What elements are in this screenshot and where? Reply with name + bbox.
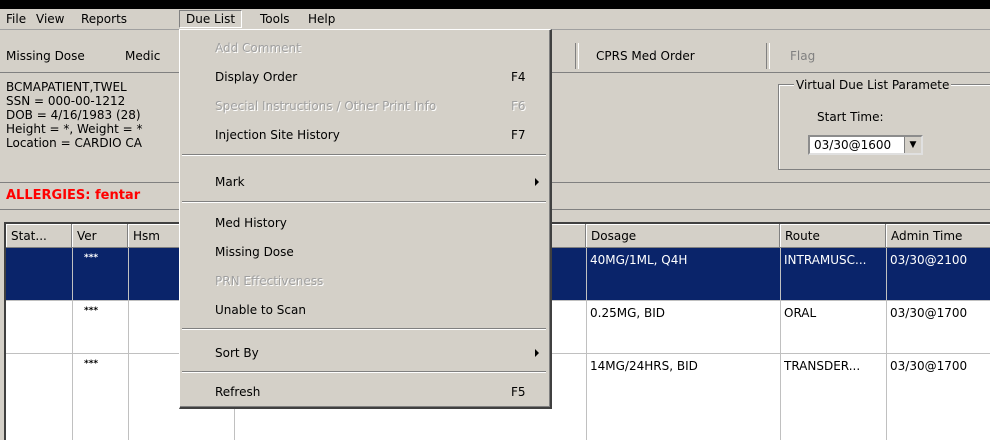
cell-dosage: 0.25MG, BID [590,306,666,320]
menu-item-special-instructions[interactable]: Special Instructions / Other Print Info … [180,94,548,118]
submenu-arrow-icon [535,349,539,357]
menu-item-label: Sort By [215,346,259,360]
menu-separator [182,328,546,330]
cell-admin-time: 03/30@1700 [890,359,968,373]
menu-item-shortcut: F6 [511,99,526,113]
cell-dosage: 14MG/24HRS, BID [590,359,698,373]
menu-item-missing-dose[interactable]: Missing Dose [180,240,548,264]
cell-ver: *** [84,253,99,263]
missing-dose-button[interactable]: Missing Dose [6,48,85,64]
column-divider [128,248,129,440]
column-header-dosage[interactable]: Dosage [586,224,780,248]
patient-location: Location = CARDIO CA [6,136,142,150]
menu-item-label: Missing Dose [215,245,294,259]
patient-height-weight: Height = *, Weight = * [6,122,143,136]
column-header-ver[interactable]: Ver [72,224,128,248]
start-time-label: Start Time: [817,110,884,124]
column-divider [586,248,587,440]
cprs-med-order-button[interactable]: CPRS Med Order [596,48,695,64]
patient-ssn: SSN = 000-00-1212 [6,94,126,108]
menu-item-label: Special Instructions / Other Print Info [215,99,437,113]
menu-view[interactable]: View [30,11,70,27]
menu-separator [182,154,546,156]
menu-item-label: Injection Site History [215,128,340,142]
medication-button[interactable]: Medic [125,48,160,64]
menu-item-unable-to-scan[interactable]: Unable to Scan [180,298,548,322]
menu-bar: File View Reports Due List Tools Help [0,9,990,30]
menu-item-display-order[interactable]: Display Order F4 [180,65,548,89]
menu-item-label: Unable to Scan [215,303,306,317]
menu-item-sort-by[interactable]: Sort By [180,341,548,365]
cell-ver: *** [84,359,99,369]
virtual-due-list-title: Virtual Due List Paramete [794,78,952,92]
chevron-down-icon[interactable]: ▼ [904,137,921,153]
menu-item-shortcut: F4 [511,70,526,84]
menu-item-prn-effectiveness[interactable]: PRN Effectiveness [180,269,548,293]
menu-item-label: Refresh [215,385,261,399]
menu-item-label: PRN Effectiveness [215,274,324,288]
toolbar-separator [575,43,579,69]
menu-item-injection-site-history[interactable]: Injection Site History F7 [180,123,548,147]
menu-item-mark[interactable]: Mark [180,170,548,194]
cell-admin-time: 03/30@2100 [890,253,968,267]
patient-name: BCMAPATIENT,TWEL [6,80,127,94]
menu-item-shortcut: F7 [511,128,526,142]
start-time-combo[interactable]: 03/30@1600 ▼ [808,135,923,155]
cell-route: TRANSDER... [784,359,861,373]
bcma-window: File View Reports Due List Tools Help Mi… [0,0,990,440]
menu-separator [182,371,546,373]
menu-item-label: Mark [215,175,245,189]
menu-item-shortcut: F5 [511,385,526,399]
menu-item-label: Med History [215,216,287,230]
column-header-admin-time[interactable]: Admin Time [886,224,990,248]
menu-item-add-comment[interactable]: Add Comment [180,36,548,60]
menu-separator [182,201,546,203]
menu-help[interactable]: Help [302,11,341,27]
menu-due-list[interactable]: Due List [179,10,243,28]
column-divider [72,248,73,440]
menu-file[interactable]: File [0,11,32,27]
cell-dosage: 40MG/1ML, Q4H [590,253,688,267]
allergies-text: ALLERGIES: fentar [6,188,141,203]
due-list-dropdown-menu: Add Comment Display Order F4 Special Ins… [179,29,552,409]
menu-tools[interactable]: Tools [254,11,296,27]
submenu-arrow-icon [535,178,539,186]
start-time-value: 03/30@1600 [814,138,892,152]
cell-route: ORAL [784,306,817,320]
toolbar-separator [766,43,770,69]
cell-route: INTRAMUSC... [784,253,867,267]
menu-item-label: Display Order [215,70,298,84]
title-bar-strip [0,0,990,9]
column-header-route[interactable]: Route [780,224,886,248]
patient-dob: DOB = 4/16/1983 (28) [6,108,141,122]
menu-reports[interactable]: Reports [75,11,133,27]
column-header-status[interactable]: Stat... [6,224,72,248]
cell-ver: *** [84,306,99,316]
column-divider [780,248,781,440]
cell-admin-time: 03/30@1700 [890,306,968,320]
virtual-due-list-group [778,84,990,170]
flag-button[interactable]: Flag [790,48,815,64]
menu-item-label: Add Comment [215,41,301,55]
menu-item-refresh[interactable]: Refresh F5 [180,380,548,404]
column-divider [886,248,887,440]
menu-item-med-history[interactable]: Med History [180,211,548,235]
